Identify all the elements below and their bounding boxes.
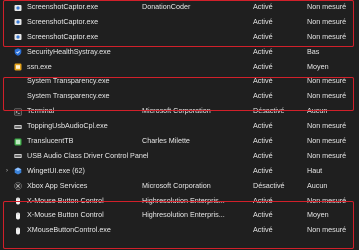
app-name: SecurityHealthSystray.exe: [27, 46, 111, 56]
app-name: WingetUI.exe (62): [27, 165, 85, 175]
table-row[interactable]: TranslucentTB Charles Milette Activé Non…: [0, 134, 359, 149]
app-name: Xbox App Services: [27, 180, 88, 190]
app-impact: Non mesuré: [307, 195, 347, 205]
app-impact: Non mesuré: [307, 31, 347, 41]
app-status: Activé: [253, 210, 273, 220]
table-row[interactable]: SecurityHealthSystray.exe Activé Bas: [0, 45, 359, 60]
app-status: Activé: [253, 61, 273, 71]
app-status: Activé: [253, 16, 273, 26]
app-icon: [14, 63, 22, 71]
app-impact: Non mesuré: [307, 150, 347, 160]
app-name: Terminal: [27, 106, 55, 116]
app-status: Désactivé: [253, 180, 285, 190]
screenshotcaptor-icon: [14, 33, 22, 41]
app-status: Activé: [253, 150, 273, 160]
table-row[interactable]: ToppingUsbAudioCpl.exe Activé Non mesuré: [0, 119, 359, 134]
app-editor: Charles Milette: [142, 136, 190, 146]
app-impact: Non mesuré: [307, 16, 347, 26]
audio-icon: [14, 123, 22, 131]
app-name: System Transparency.exe: [27, 91, 110, 101]
app-editor: Microsoft Corporation: [142, 106, 211, 116]
app-status: Désactivé: [253, 106, 285, 116]
app-status: Activé: [253, 165, 273, 175]
audio-icon: [14, 152, 22, 160]
app-editor: DonationCoder: [142, 2, 191, 11]
table-row[interactable]: › WingetUI.exe (62) Activé Haut: [0, 164, 359, 179]
table-row[interactable]: ssn.exe Activé Moyen: [0, 60, 359, 75]
app-impact: Aucun: [307, 106, 328, 116]
app-impact: Non mesuré: [307, 225, 347, 235]
table-row[interactable]: X-Mouse Button Control Highresolution En…: [0, 194, 359, 209]
translucenttb-icon: [14, 138, 22, 146]
app-name: System Transparency.exe: [27, 76, 110, 86]
winget-icon: [14, 167, 22, 175]
xbox-icon: [14, 182, 22, 191]
mouse-icon: [14, 212, 22, 220]
app-name: ssn.exe: [27, 61, 52, 71]
app-name: ScreenshotCaptor.exe: [27, 2, 99, 11]
app-status: Activé: [253, 225, 273, 235]
app-status: Activé: [253, 195, 273, 205]
table-row[interactable]: XMouseButtonControl.exe Activé Non mesur…: [0, 223, 359, 238]
app-impact: Haut: [307, 165, 323, 175]
app-impact: Non mesuré: [307, 76, 347, 86]
app-status: Activé: [253, 121, 273, 131]
app-impact: Moyen: [307, 210, 329, 220]
app-name: ScreenshotCaptor.exe: [27, 16, 99, 26]
app-name: X-Mouse Button Control: [27, 195, 104, 205]
app-name: USB Audio Class Driver Control Panel: [27, 150, 149, 160]
table-row[interactable]: ScreenshotCaptor.exe DonationCoder Activ…: [0, 0, 359, 15]
blank-icon: [14, 78, 22, 86]
app-name: ToppingUsbAudioCpl.exe: [27, 121, 108, 131]
app-name: XMouseButtonControl.exe: [27, 225, 111, 235]
app-editor: Highresolution Enterpris...: [142, 195, 225, 205]
app-status: Activé: [253, 31, 273, 41]
startup-apps-table: ScreenshotCaptor.exe DonationCoder Activ…: [0, 0, 359, 238]
app-editor: Microsoft Corporation: [142, 180, 211, 190]
app-name: ScreenshotCaptor.exe: [27, 31, 99, 41]
table-row[interactable]: System Transparency.exe Activé Non mesur…: [0, 74, 359, 89]
app-impact: Non mesuré: [307, 91, 347, 101]
chevron-right-icon[interactable]: ›: [2, 164, 12, 179]
app-status: Activé: [253, 46, 273, 56]
table-row[interactable]: System Transparency.exe Activé Non mesur…: [0, 89, 359, 104]
table-row[interactable]: Terminal Microsoft Corporation Désactivé…: [0, 104, 359, 119]
screenshotcaptor-icon: [14, 4, 22, 12]
app-status: Activé: [253, 2, 273, 11]
mouse-icon: [14, 197, 22, 205]
screenshotcaptor-icon: [14, 18, 22, 26]
app-name: X-Mouse Button Control: [27, 210, 104, 220]
app-editor: Highresolution Enterpris...: [142, 210, 225, 220]
app-name: TranslucentTB: [27, 136, 74, 146]
app-status: Activé: [253, 91, 273, 101]
app-status: Activé: [253, 76, 273, 86]
table-row[interactable]: X-Mouse Button Control Highresolution En…: [0, 208, 359, 223]
app-impact: Non mesuré: [307, 2, 347, 11]
app-status: Activé: [253, 136, 273, 146]
mouse-icon: [14, 227, 22, 235]
table-row[interactable]: ScreenshotCaptor.exe Activé Non mesuré: [0, 30, 359, 45]
app-impact: Non mesuré: [307, 121, 347, 131]
table-row[interactable]: ScreenshotCaptor.exe Activé Non mesuré: [0, 15, 359, 30]
app-impact: Aucun: [307, 180, 328, 190]
table-row[interactable]: USB Audio Class Driver Control Panel Act…: [0, 149, 359, 164]
app-impact: Bas: [307, 46, 320, 56]
app-impact: Moyen: [307, 61, 329, 71]
blank-icon: [14, 93, 22, 101]
terminal-icon: [14, 108, 22, 116]
table-row[interactable]: Xbox App Services Microsoft Corporation …: [0, 179, 359, 194]
app-impact: Non mesuré: [307, 136, 347, 146]
shield-icon: [14, 48, 22, 56]
